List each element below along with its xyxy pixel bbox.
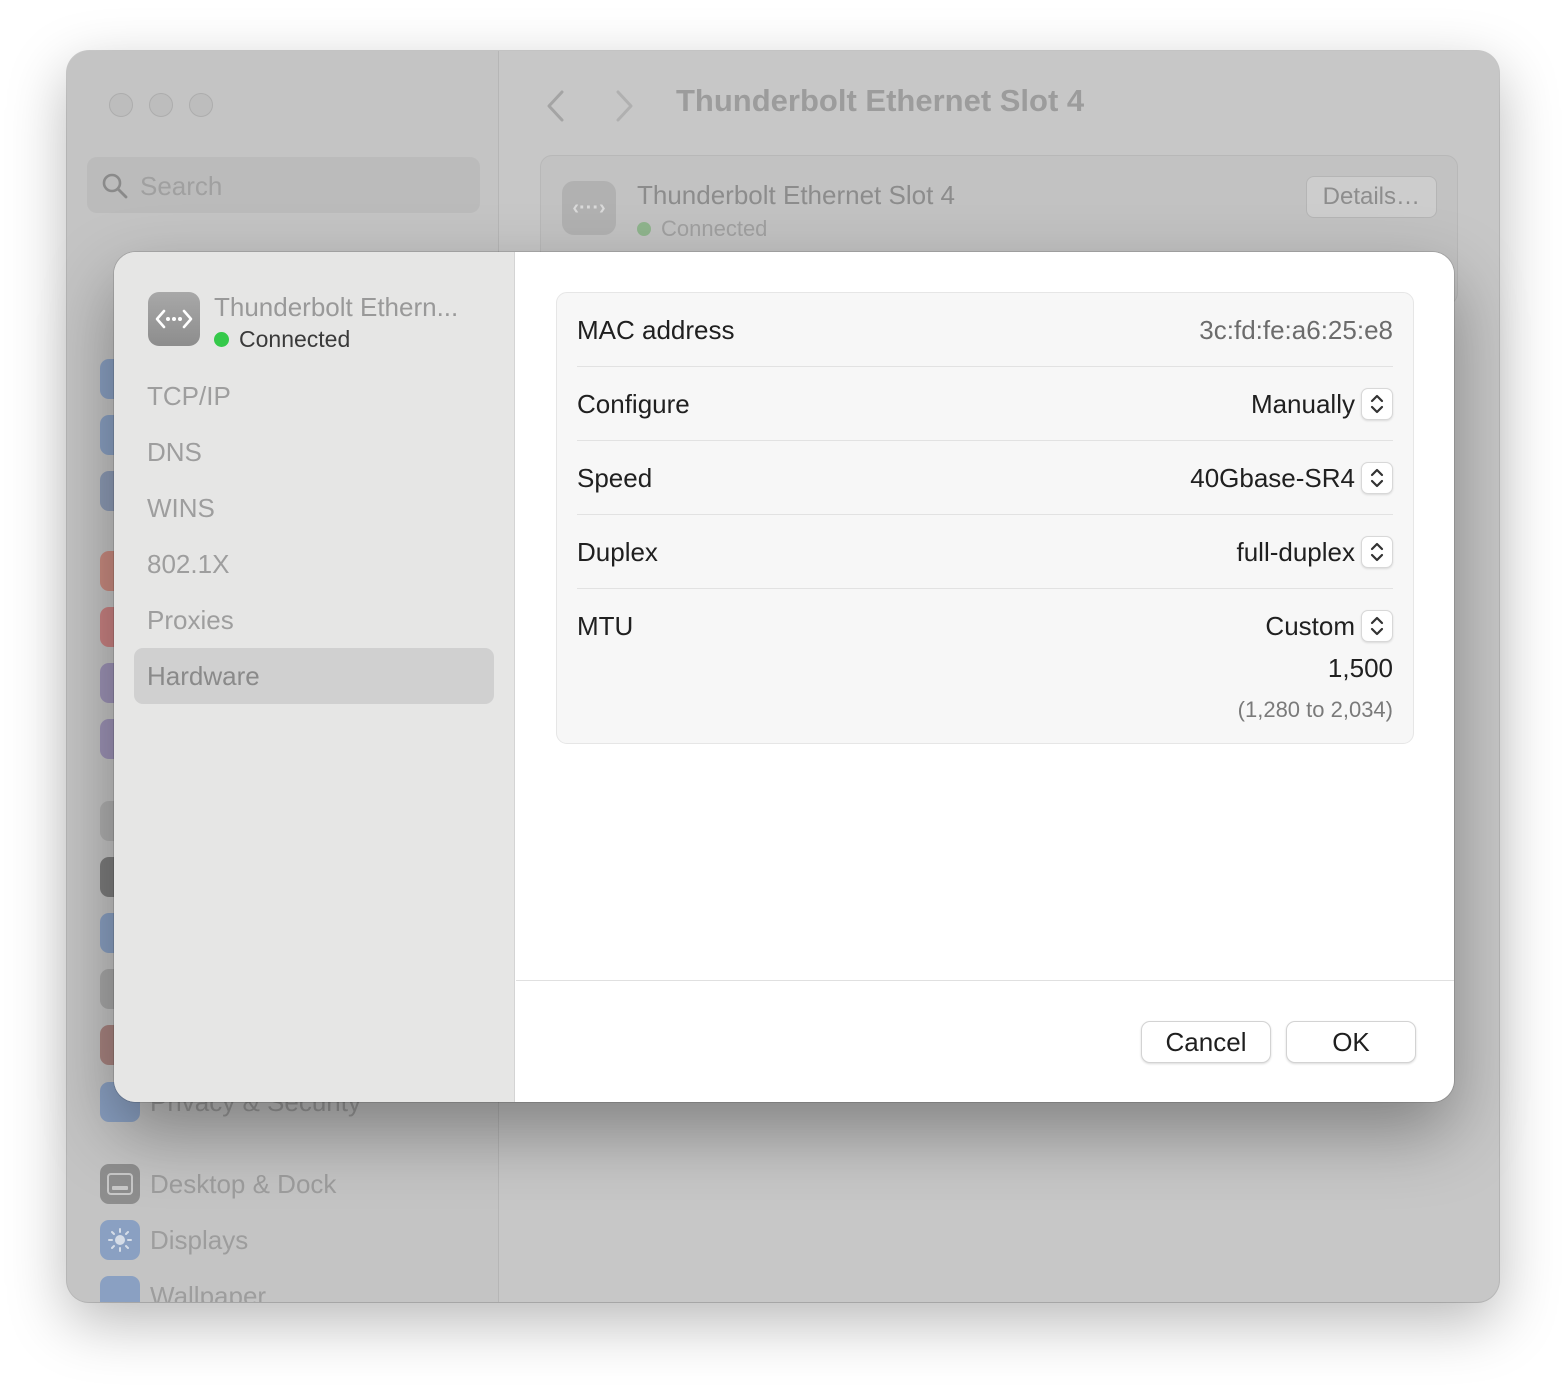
configure-label: Configure — [577, 388, 690, 419]
sidebar-item-wallpaper[interactable]: Wallpaper — [100, 1276, 266, 1302]
duplex-popup[interactable]: full-duplex — [1236, 536, 1393, 568]
sidebar-item-label: Desktop & Dock — [150, 1168, 337, 1199]
minimize-window-button[interactable] — [149, 93, 173, 117]
window-title: Thunderbolt Ethernet Slot 4 — [676, 83, 1085, 118]
tab-proxies[interactable]: Proxies — [134, 592, 494, 648]
speed-label: Speed — [577, 462, 653, 493]
interface-name: Thunderbolt Ethern... — [214, 292, 459, 322]
tab-hardware[interactable]: Hardware — [134, 648, 494, 704]
mtu-value-field[interactable] — [1193, 653, 1393, 684]
mtu-label: MTU — [577, 610, 634, 641]
mtu-mode-value: Custom — [1265, 610, 1355, 641]
configure-value: Manually — [1250, 388, 1355, 419]
interface-status-label: Connected — [239, 326, 351, 352]
chevron-up-down-icon — [1361, 536, 1393, 568]
speed-value: 40Gbase-SR4 — [1190, 462, 1355, 493]
connected-dot-icon — [214, 332, 229, 347]
settings-tab-list: TCP/IP DNS WINS 802.1X Proxies Hardware — [134, 368, 494, 704]
chevron-up-down-icon — [1361, 462, 1393, 494]
speed-popup[interactable]: 40Gbase-SR4 — [1190, 462, 1393, 494]
chevron-up-down-icon — [1361, 610, 1393, 642]
sun-icon — [100, 1220, 140, 1260]
sidebar-item-label: Wallpaper — [150, 1280, 267, 1303]
tab-dns[interactable]: DNS — [134, 424, 494, 480]
connection-status-label: Connected — [661, 216, 768, 241]
connection-status: Connected — [637, 216, 767, 242]
close-window-button[interactable] — [109, 93, 133, 117]
duplex-row: Duplex full-duplex — [577, 515, 1393, 589]
chevron-up-down-icon — [1361, 388, 1393, 420]
mtu-range-hint: (1,280 to 2,034) — [1237, 697, 1393, 722]
forward-arrow-icon[interactable] — [614, 89, 636, 132]
mac-address-label: MAC address — [577, 314, 735, 345]
hardware-settings-group: MAC address 3c:fd:fe:a6:25:e8 Configure … — [556, 292, 1414, 744]
tab-8021x[interactable]: 802.1X — [134, 536, 494, 592]
duplex-value: full-duplex — [1236, 536, 1355, 567]
hardware-sheet: Thunderbolt Ethern... Connected TCP/IP D… — [114, 252, 1454, 1102]
configure-row: Configure Manually — [577, 367, 1393, 441]
zoom-window-button[interactable] — [189, 93, 213, 117]
flower-icon — [100, 1276, 140, 1302]
configure-popup[interactable]: Manually — [1251, 388, 1393, 420]
tab-tcpip[interactable]: TCP/IP — [134, 368, 494, 424]
ethernet-icon: ‹···› — [562, 181, 616, 235]
ethernet-icon — [148, 292, 200, 346]
mtu-row: MTU Custom — [577, 589, 1393, 663]
connection-name: Thunderbolt Ethernet Slot 4 — [637, 180, 955, 210]
interface-header: Thunderbolt Ethern... Connected — [148, 292, 508, 352]
back-arrow-icon[interactable] — [544, 89, 566, 132]
ok-button[interactable]: OK — [1286, 1021, 1416, 1063]
sidebar-item-desktop-dock[interactable]: Desktop & Dock — [100, 1164, 336, 1204]
mac-address-row: MAC address 3c:fd:fe:a6:25:e8 — [577, 293, 1393, 367]
mtu-popup[interactable]: Custom — [1265, 610, 1393, 642]
sidebar-item-displays[interactable]: Displays — [100, 1220, 248, 1260]
details-button[interactable]: Details… — [1305, 176, 1437, 218]
tab-wins[interactable]: WINS — [134, 480, 494, 536]
search-icon — [102, 173, 128, 199]
dock-icon — [100, 1164, 140, 1204]
duplex-label: Duplex — [577, 536, 658, 567]
cancel-button[interactable]: Cancel — [1141, 1021, 1271, 1063]
search-placeholder: Search — [140, 171, 223, 201]
speed-row: Speed 40Gbase-SR4 — [577, 441, 1393, 515]
sidebar-item-label: Displays — [150, 1224, 249, 1255]
hardware-pane: MAC address 3c:fd:fe:a6:25:e8 Configure … — [516, 252, 1454, 1102]
footer-divider — [516, 980, 1454, 981]
sidebar-search[interactable]: Search — [87, 157, 480, 213]
mac-address-value: 3c:fd:fe:a6:25:e8 — [1199, 314, 1393, 345]
interface-status: Connected — [214, 326, 350, 353]
sheet-sidebar: Thunderbolt Ethern... Connected TCP/IP D… — [114, 252, 515, 1102]
status-dot-icon — [637, 222, 651, 236]
